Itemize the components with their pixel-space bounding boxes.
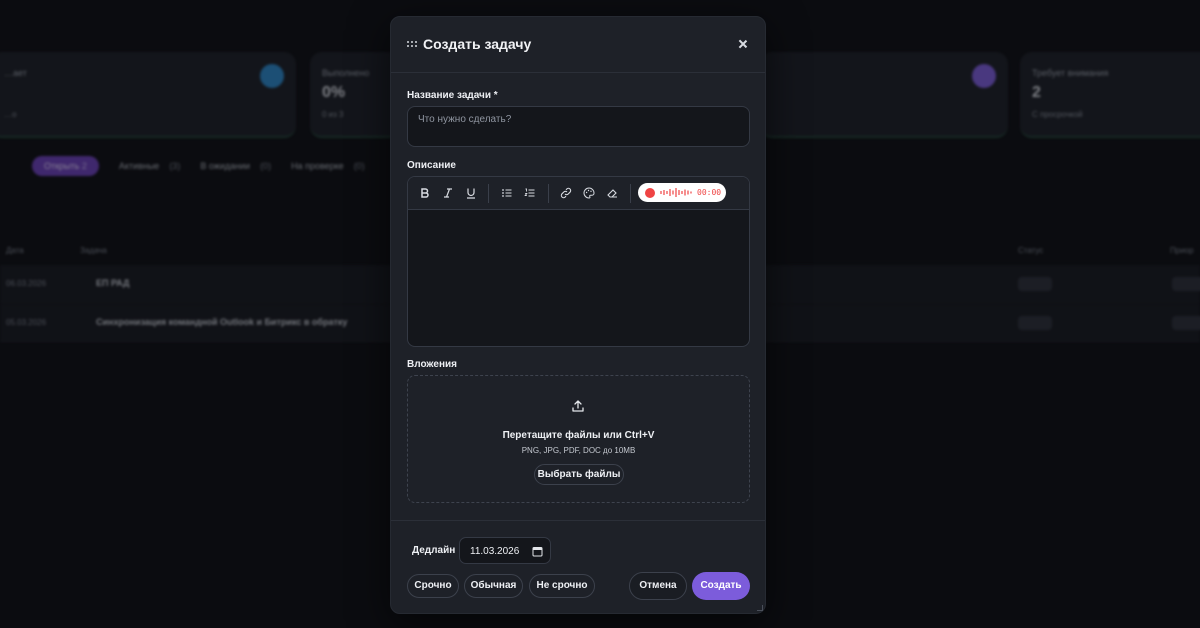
eraser-icon[interactable] (604, 185, 620, 201)
toolbar-separator (548, 184, 549, 203)
stat-card: Выполнено 0% 0 из 3 (310, 52, 400, 138)
tab-waiting[interactable]: В ожидании (0) (200, 161, 271, 171)
stat-label: Выполнено (322, 68, 370, 78)
file-dropzone[interactable]: Перетащите файлы или Ctrl+V PNG, JPG, PD… (407, 375, 750, 503)
stat-label: Требует внимания (1032, 68, 1109, 78)
priority-urgent-button[interactable]: Срочно (407, 574, 459, 598)
tab-active[interactable]: Активные (3) (119, 161, 180, 171)
priority-normal-button[interactable]: Обычная (464, 574, 523, 598)
numbered-list-icon[interactable] (522, 185, 538, 201)
table-header-status: Статус (1018, 246, 1044, 255)
tab-count: (0) (353, 161, 365, 171)
table-header-priority: Приор (1170, 246, 1194, 255)
tab-open[interactable]: Открыть 2 (32, 156, 99, 176)
modal-title: Создать задачу (423, 36, 532, 52)
close-icon[interactable] (737, 38, 749, 50)
row-title: Синхронизация командной Outlook и Битрик… (96, 317, 348, 327)
task-name-label: Название задачи * (407, 90, 498, 101)
modal-header: Создать задачу (391, 17, 765, 73)
voice-record-button[interactable]: 00:00 (638, 183, 726, 202)
record-icon (645, 187, 655, 198)
stat-card: Требует внимания 2 С просрочкой (1020, 52, 1200, 138)
tab-count: (3) (169, 161, 181, 171)
deadline-date-input[interactable]: 11.03.2026 (459, 537, 551, 564)
italic-icon[interactable] (440, 185, 456, 201)
stat-value: 0% (322, 84, 346, 101)
stat-card (760, 52, 1008, 138)
bullet-list-icon[interactable] (499, 185, 515, 201)
tab-label: Открыть (44, 161, 80, 171)
editor-toolbar: 00:00 (408, 177, 749, 210)
create-task-modal: Создать задачу Название задачи * Описани… (390, 16, 766, 614)
stat-value: 2 (1032, 84, 1041, 101)
stat-sub: …о (4, 110, 17, 119)
stat-card: …ает …о (0, 52, 296, 138)
toolbar-separator (488, 184, 489, 203)
row-date: 05.03.2026 (6, 318, 47, 327)
upload-icon (572, 400, 584, 412)
tab-count: (0) (260, 161, 272, 171)
tab-review[interactable]: На проверке (0) (291, 161, 365, 171)
choose-files-button[interactable]: Выбрать файлы (534, 464, 624, 485)
tab-count: 2 (81, 161, 87, 171)
stat-sub: 0 из 3 (322, 110, 344, 119)
deadline-label: Дедлайн (412, 545, 456, 556)
table-header-task: Задача (80, 246, 107, 255)
priority-badge (1172, 277, 1200, 291)
record-timer: 00:00 (697, 188, 722, 197)
priority-badge (1172, 316, 1200, 330)
tab-label: В ожидании (200, 161, 251, 171)
footer-divider (391, 520, 765, 521)
description-editor: 00:00 (407, 176, 750, 347)
row-date: 06.03.2026 (6, 279, 47, 288)
stat-icon (260, 64, 284, 88)
cancel-button[interactable]: Отмена (629, 572, 687, 600)
toolbar-separator (630, 184, 631, 203)
task-name-input[interactable] (407, 106, 750, 147)
tab-label: Активные (118, 161, 160, 171)
stat-sub: С просрочкой (1032, 110, 1083, 119)
priority-low-button[interactable]: Не срочно (529, 574, 595, 598)
description-label: Описание (407, 160, 456, 171)
status-badge (1018, 316, 1052, 330)
stat-icon (972, 64, 996, 88)
attachments-label: Вложения (407, 359, 457, 370)
description-textarea[interactable] (408, 210, 749, 346)
drag-grip-icon[interactable] (407, 41, 417, 49)
row-title: ЕП РАД (96, 278, 130, 288)
status-badge (1018, 277, 1052, 291)
dropzone-title: Перетащите файлы или Ctrl+V (502, 430, 655, 441)
create-button[interactable]: Создать (692, 572, 750, 600)
deadline-value: 11.03.2026 (470, 546, 520, 557)
underline-icon[interactable] (463, 185, 479, 201)
table-header-date: Дата (6, 246, 24, 255)
resize-handle[interactable] (757, 605, 763, 611)
calendar-icon[interactable] (532, 546, 543, 557)
dropzone-formats: PNG, JPG, PDF, DOC до 10MB (521, 446, 636, 455)
link-icon[interactable] (558, 185, 574, 201)
stat-label: …ает (4, 68, 27, 78)
bold-icon[interactable] (417, 185, 433, 201)
palette-icon[interactable] (581, 185, 597, 201)
waveform-icon (660, 188, 692, 197)
filter-tabs: Открыть 2 Активные (3) В ожидании (0) На п… (0, 156, 365, 176)
tab-label: На проверке (291, 161, 344, 171)
